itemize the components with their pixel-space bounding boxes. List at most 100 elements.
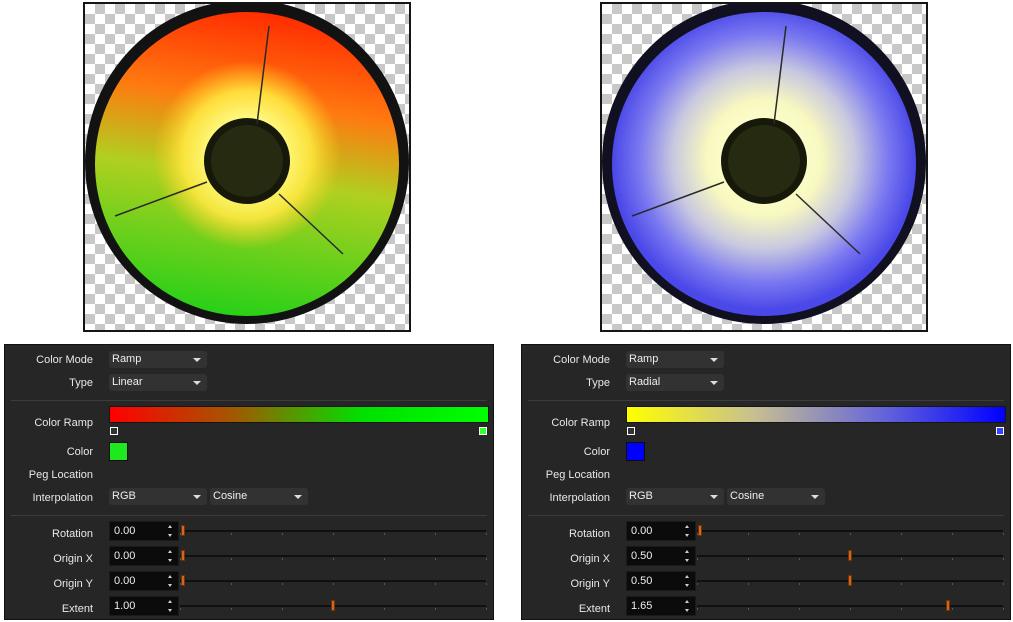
slider-tick: [231, 608, 232, 610]
slider-tick: [697, 608, 698, 610]
ramp-stop-left[interactable]: [627, 427, 635, 435]
slider-tick: [850, 608, 851, 610]
slider-tick: [486, 608, 487, 610]
peg-location-label: Peg Location: [28, 469, 93, 481]
interpolation-dropdown[interactable]: RGB: [626, 488, 724, 505]
slider-handle[interactable]: [331, 600, 335, 611]
slider-handle[interactable]: [181, 550, 185, 561]
extent-label: Extent: [61, 603, 93, 615]
slider-tick: [697, 558, 698, 560]
type-label: Type: [69, 377, 93, 389]
slider-tick: [748, 608, 749, 610]
slider-handle[interactable]: [848, 550, 852, 561]
rotation-slider[interactable]: [697, 525, 1004, 537]
slider-track: [180, 555, 486, 557]
spinner-icon[interactable]: [685, 549, 691, 563]
color-mode-dropdown[interactable]: Ramp: [109, 351, 207, 368]
origin-x-field[interactable]: 0.50: [626, 546, 696, 566]
slider-tick: [384, 558, 385, 560]
color-mode-value: Ramp: [629, 353, 659, 365]
extent-field[interactable]: 1.65: [626, 596, 696, 616]
color-swatch[interactable]: [626, 442, 645, 461]
slider-handle[interactable]: [848, 575, 852, 586]
interpolation-dropdown[interactable]: RGB: [109, 488, 207, 505]
linear-ramp-preview: [83, 2, 411, 332]
interpolation-curve-dropdown[interactable]: Cosine: [727, 488, 825, 505]
type-dropdown[interactable]: Linear: [109, 374, 207, 391]
origin-x-slider[interactable]: [697, 550, 1004, 562]
extent-field[interactable]: 1.00: [109, 596, 179, 616]
interpolation-curve-dropdown[interactable]: Cosine: [210, 488, 308, 505]
slider-tick: [282, 608, 283, 610]
extent-value: 1.00: [114, 600, 136, 612]
slider-handle[interactable]: [181, 525, 185, 536]
ramp-stop-left[interactable]: [110, 427, 118, 435]
origin-y-slider[interactable]: [180, 575, 487, 587]
color-mode-dropdown[interactable]: Ramp: [626, 351, 724, 368]
slider-tick: [748, 558, 749, 560]
color-mode-label: Color Mode: [36, 354, 93, 366]
type-label: Type: [586, 377, 610, 389]
slider-tick: [231, 533, 232, 535]
ramp-stop-right[interactable]: [996, 427, 1004, 435]
color-mode-label: Color Mode: [553, 354, 610, 366]
spinner-icon[interactable]: [168, 524, 174, 538]
slider-tick: [435, 533, 436, 535]
chevron-down-icon: [710, 381, 718, 385]
type-dropdown[interactable]: Radial: [626, 374, 724, 391]
rotation-value: 0.00: [114, 525, 136, 537]
spinner-icon[interactable]: [168, 574, 174, 588]
origin-x-label: Origin X: [570, 553, 610, 565]
slider-tick: [1003, 583, 1004, 585]
interpolation-value: RGB: [112, 490, 136, 502]
origin-y-field[interactable]: 0.00: [109, 571, 179, 591]
origin-y-field[interactable]: 0.50: [626, 571, 696, 591]
rotation-slider[interactable]: [180, 525, 487, 537]
interpolation-label: Interpolation: [549, 492, 610, 504]
spinner-icon[interactable]: [685, 599, 691, 613]
rotation-field[interactable]: 0.00: [109, 521, 179, 541]
interpolation-curve-value: Cosine: [213, 490, 248, 502]
fan-image-linear: [85, 4, 409, 324]
origin-x-value: 0.50: [631, 550, 653, 562]
slider-track: [180, 530, 486, 532]
slider-handle[interactable]: [698, 525, 702, 536]
spinner-icon[interactable]: [685, 524, 691, 538]
slider-tick: [486, 533, 487, 535]
peg-location-label: Peg Location: [545, 469, 610, 481]
origin-x-slider[interactable]: [180, 550, 487, 562]
fan-image-radial: [602, 4, 926, 324]
color-mode-value: Ramp: [112, 353, 142, 365]
divider: [528, 515, 1004, 516]
spinner-icon[interactable]: [168, 599, 174, 613]
slider-track: [697, 605, 1003, 607]
origin-x-field[interactable]: 0.00: [109, 546, 179, 566]
chevron-down-icon: [193, 495, 201, 499]
spinner-icon[interactable]: [168, 549, 174, 563]
ramp-stop-right[interactable]: [479, 427, 487, 435]
origin-y-slider[interactable]: [697, 575, 1004, 587]
slider-tick: [901, 583, 902, 585]
slider-tick: [435, 608, 436, 610]
origin-x-value: 0.00: [114, 550, 136, 562]
slider-handle[interactable]: [946, 600, 950, 611]
color-ramp-bar[interactable]: [626, 406, 1006, 423]
slider-handle[interactable]: [181, 575, 185, 586]
origin-y-value: 0.50: [631, 575, 653, 587]
spinner-icon[interactable]: [685, 574, 691, 588]
color-label: Color: [66, 446, 93, 458]
slider-tick: [952, 558, 953, 560]
slider-tick: [952, 583, 953, 585]
chevron-down-icon: [193, 381, 201, 385]
rotation-value: 0.00: [631, 525, 653, 537]
rotation-field[interactable]: 0.00: [626, 521, 696, 541]
origin-y-label: Origin Y: [570, 578, 610, 590]
color-ramp-bar[interactable]: [109, 406, 489, 423]
extent-slider[interactable]: [180, 600, 487, 612]
color-label: Color: [583, 446, 610, 458]
color-swatch[interactable]: [109, 442, 128, 461]
type-value: Linear: [112, 376, 143, 388]
slider-tick: [486, 558, 487, 560]
extent-slider[interactable]: [697, 600, 1004, 612]
slider-tick: [799, 583, 800, 585]
